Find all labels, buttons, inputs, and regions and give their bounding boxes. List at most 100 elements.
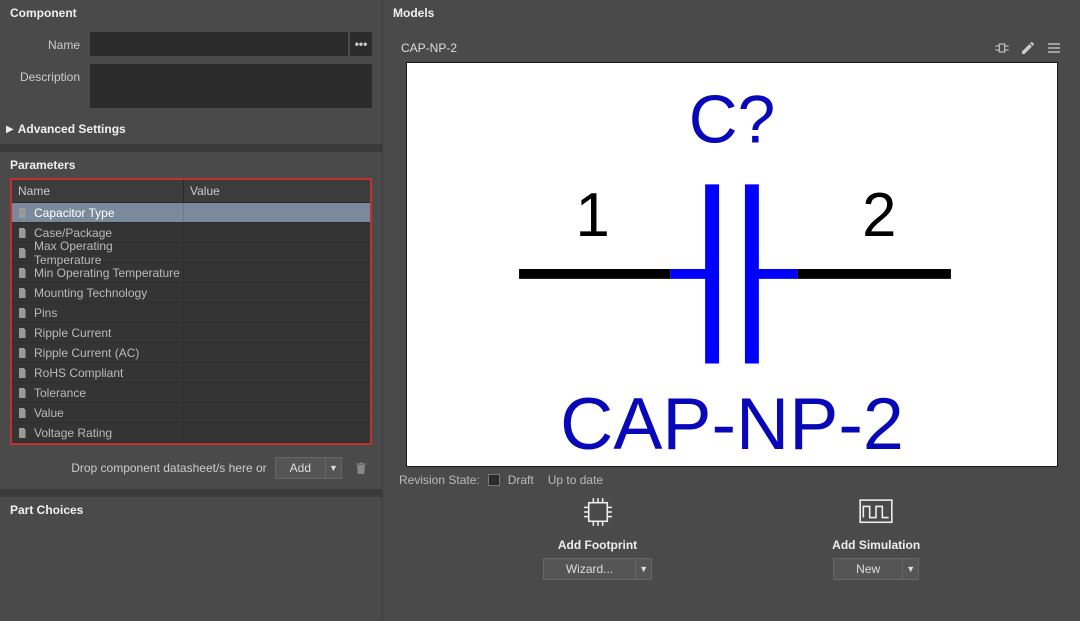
parameter-value-cell[interactable] (184, 223, 370, 242)
parameter-name-cell[interactable]: RoHS Compliant (12, 363, 184, 382)
advanced-settings-toggle[interactable]: ▶ Advanced Settings (0, 118, 382, 144)
wave-icon (857, 495, 895, 529)
parameter-value-cell[interactable] (184, 283, 370, 302)
parameter-name-cell[interactable]: Ripple Current (12, 323, 184, 342)
models-panel-title: Models (383, 0, 1080, 26)
capacitor-symbol: C? 1 2 CAP-NP-2 (407, 63, 1057, 466)
name-browse-button[interactable]: ••• (350, 32, 372, 56)
parameter-row[interactable]: Voltage Rating (12, 423, 370, 443)
parameter-value-cell[interactable] (184, 263, 370, 282)
parameter-row[interactable]: Capacitor Type (12, 203, 370, 223)
document-icon (16, 347, 28, 359)
name-row: Name ••• (10, 32, 372, 56)
parameter-value-cell[interactable] (184, 243, 370, 262)
parameter-name: RoHS Compliant (34, 366, 123, 380)
component-body: Name ••• Description (0, 26, 382, 118)
parameter-row[interactable]: RoHS Compliant (12, 363, 370, 383)
parameter-row[interactable]: Mounting Technology (12, 283, 370, 303)
parameter-value-cell[interactable] (184, 323, 370, 342)
parameter-value-cell[interactable] (184, 203, 370, 222)
pencil-icon (1020, 40, 1036, 56)
parameter-row[interactable]: Max Operating Temperature (12, 243, 370, 263)
parameters-header: Name Value (12, 180, 370, 203)
document-icon (16, 407, 28, 419)
parameter-value-cell[interactable] (184, 343, 370, 362)
col-header-value[interactable]: Value (184, 180, 370, 202)
symbol-pin2: 2 (862, 181, 896, 250)
divider (0, 489, 382, 497)
parameter-row[interactable]: Ripple Current (AC) (12, 343, 370, 363)
simulation-new-button[interactable]: New ▼ (833, 558, 919, 580)
parameter-name-cell[interactable]: Max Operating Temperature (12, 243, 184, 262)
parameter-name-cell[interactable]: Ripple Current (AC) (12, 343, 184, 362)
parameter-name: Voltage Rating (34, 426, 112, 440)
footprint-wizard-main[interactable]: Wizard... (544, 559, 635, 579)
add-parameter-button[interactable]: Add ▼ (275, 457, 342, 479)
parameter-name: Case/Package (34, 226, 112, 240)
parameter-row[interactable]: Tolerance (12, 383, 370, 403)
add-parameter-main[interactable]: Add (276, 458, 325, 478)
parameter-name: Capacitor Type (34, 206, 115, 220)
document-icon (16, 327, 28, 339)
list-icon (1046, 40, 1062, 56)
uptodate-label: Up to date (548, 473, 603, 487)
document-icon (16, 227, 28, 239)
model-list-button[interactable] (1046, 40, 1062, 56)
add-footprint-col: Add Footprint Wizard... ▼ (543, 495, 652, 580)
trash-icon (355, 461, 367, 475)
add-footprint-label: Add Footprint (558, 538, 637, 552)
add-parameter-caret[interactable]: ▼ (325, 458, 341, 478)
left-pane: Component Name ••• Description ▶ Advance… (0, 0, 382, 621)
revision-state-label: Revision State: (399, 473, 480, 487)
name-input[interactable] (90, 32, 348, 56)
right-pane: Models CAP-NP-2 (382, 0, 1080, 621)
parameter-row[interactable]: Min Operating Temperature (12, 263, 370, 283)
parameter-name-cell[interactable]: Tolerance (12, 383, 184, 402)
parameter-name: Tolerance (34, 386, 86, 400)
parameters-body: Name Value Capacitor Type Case/Package Max… (0, 178, 382, 445)
footprint-wizard-caret[interactable]: ▼ (635, 559, 651, 579)
model-toolbar: CAP-NP-2 (397, 34, 1066, 62)
col-header-name[interactable]: Name (12, 180, 184, 202)
datasheet-drop-label: Drop component datasheet/s here or (71, 461, 266, 475)
parameter-row[interactable]: Value (12, 403, 370, 423)
parameter-name-cell[interactable]: Capacitor Type (12, 203, 184, 222)
advanced-settings-label: Advanced Settings (18, 122, 126, 136)
remove-parameter-button[interactable] (350, 457, 372, 479)
parameters-table: Name Value Capacitor Type Case/Package Max… (10, 178, 372, 445)
simulation-new-caret[interactable]: ▼ (902, 559, 918, 579)
parameter-value-cell[interactable] (184, 423, 370, 442)
model-pins-button[interactable] (994, 40, 1010, 56)
parameter-name-cell[interactable]: Pins (12, 303, 184, 322)
description-row: Description (10, 64, 372, 108)
document-icon (16, 287, 28, 299)
parameter-row[interactable]: Pins (12, 303, 370, 323)
add-simulation-label: Add Simulation (832, 538, 920, 552)
parameters-panel-title: Parameters (0, 152, 382, 178)
footprint-wizard-button[interactable]: Wizard... ▼ (543, 558, 652, 580)
symbol-designator: C? (688, 83, 775, 158)
parameter-value-cell[interactable] (184, 303, 370, 322)
description-input[interactable] (90, 64, 372, 108)
parameter-name-cell[interactable]: Min Operating Temperature (12, 263, 184, 282)
document-icon (16, 427, 28, 439)
simulation-new-main[interactable]: New (834, 559, 902, 579)
model-name-label: CAP-NP-2 (401, 41, 457, 55)
datasheet-drop-row: Drop component datasheet/s here or Add ▼ (0, 445, 382, 489)
parameter-row[interactable]: Ripple Current (12, 323, 370, 343)
parameter-name-cell[interactable]: Mounting Technology (12, 283, 184, 302)
document-icon (16, 267, 28, 279)
draft-checkbox[interactable] (488, 474, 500, 486)
add-simulation-col: Add Simulation New ▼ (832, 495, 920, 580)
caret-right-icon: ▶ (6, 124, 14, 135)
parameter-value-cell[interactable] (184, 363, 370, 382)
parameter-name-cell[interactable]: Value (12, 403, 184, 422)
parameter-name-cell[interactable]: Voltage Rating (12, 423, 184, 442)
parameter-value-cell[interactable] (184, 383, 370, 402)
document-icon (16, 307, 28, 319)
parameter-value-cell[interactable] (184, 403, 370, 422)
document-icon (16, 387, 28, 399)
symbol-name: CAP-NP-2 (560, 382, 904, 465)
symbol-preview[interactable]: C? 1 2 CAP-NP-2 (406, 62, 1058, 467)
model-edit-button[interactable] (1020, 40, 1036, 56)
